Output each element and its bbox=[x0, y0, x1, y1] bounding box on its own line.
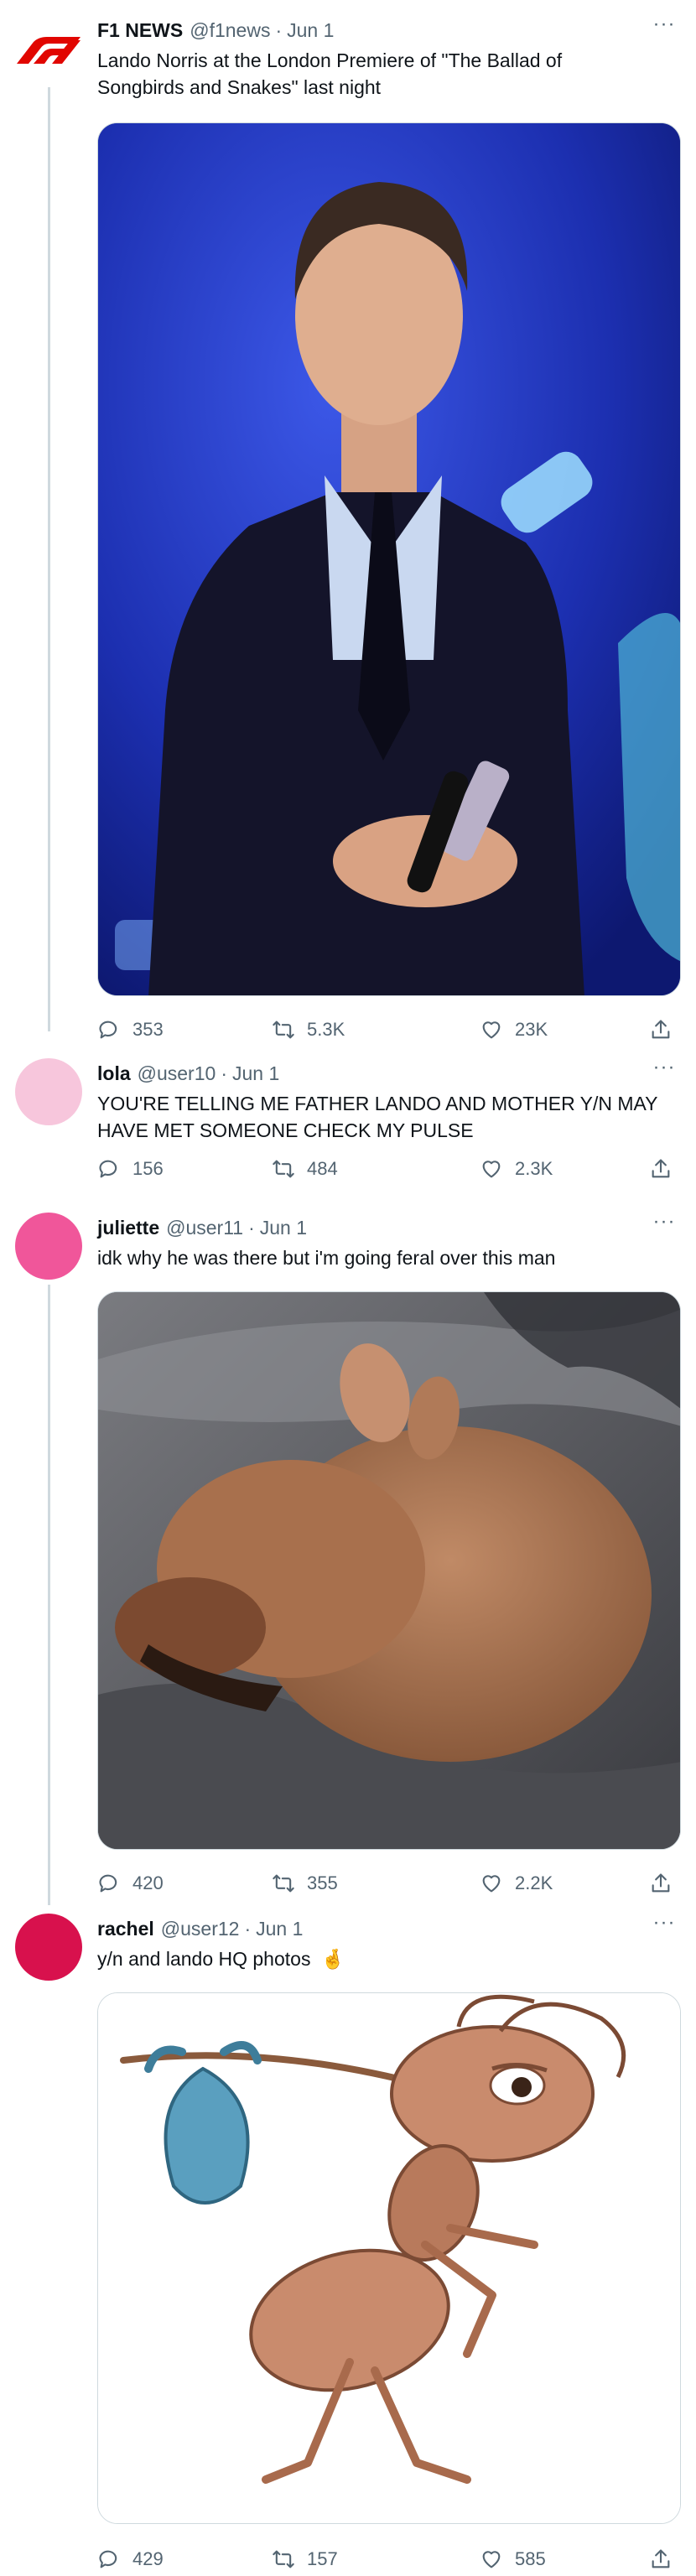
tweet-actions: 353 5.3K 23K bbox=[97, 1015, 681, 1045]
author-handle[interactable]: @user12 bbox=[161, 1918, 240, 1940]
share-button[interactable] bbox=[649, 1868, 684, 1898]
retweet-button[interactable]: 355 bbox=[272, 1868, 338, 1898]
ant-cartoon-image bbox=[98, 1993, 680, 2523]
share-icon bbox=[652, 2549, 670, 2568]
like-button[interactable]: 2.2K bbox=[480, 1868, 553, 1898]
reply-count: 429 bbox=[132, 2548, 164, 2569]
heart-icon bbox=[482, 1161, 501, 1178]
retweet-button[interactable]: 157 bbox=[272, 2544, 338, 2574]
tweet-photo[interactable] bbox=[97, 1992, 681, 2524]
tweet-header: lola @user10 · Jun 1 bbox=[97, 1058, 681, 1088]
avatar[interactable] bbox=[15, 1213, 82, 1280]
separator-dot: · bbox=[248, 1216, 255, 1239]
tweet-date[interactable]: Jun 1 bbox=[256, 1918, 303, 1940]
reply-icon bbox=[99, 1874, 117, 1893]
avatar[interactable] bbox=[15, 1914, 82, 1981]
tweet-header: juliette @user11 · Jun 1 bbox=[97, 1213, 681, 1243]
like-count: 2.2K bbox=[515, 1872, 553, 1893]
retweet-button[interactable]: 484 bbox=[272, 1154, 338, 1184]
author-handle[interactable]: @user10 bbox=[138, 1062, 216, 1085]
f1-logo-icon bbox=[17, 37, 81, 64]
avatar[interactable] bbox=[15, 1058, 82, 1125]
retweet-button[interactable]: 5.3K bbox=[272, 1015, 345, 1045]
reply-button[interactable]: 156 bbox=[97, 1154, 164, 1184]
reply-icon bbox=[99, 1160, 117, 1178]
tweet-actions: 429 157 585 bbox=[97, 2544, 681, 2574]
share-button[interactable] bbox=[649, 1015, 684, 1045]
author-name[interactable]: F1 NEWS bbox=[97, 19, 183, 42]
like-count: 23K bbox=[515, 1019, 548, 1040]
reply-count: 420 bbox=[132, 1872, 164, 1893]
share-button[interactable] bbox=[649, 2544, 684, 2574]
like-count: 2.3K bbox=[515, 1158, 553, 1179]
reply-button[interactable]: 429 bbox=[97, 2544, 164, 2574]
tweet-actions: 156 484 2.3K bbox=[97, 1154, 681, 1184]
separator-dot: · bbox=[221, 1062, 227, 1084]
retweet-icon bbox=[273, 1874, 294, 1893]
reply-icon bbox=[99, 2550, 117, 2568]
separator-dot: · bbox=[244, 1917, 252, 1940]
tweet-text-body: y/n and lando HQ photos bbox=[97, 1948, 311, 1970]
more-options-button[interactable]: ··· bbox=[647, 14, 681, 40]
share-icon bbox=[652, 1020, 670, 1039]
avatar-f1-logo[interactable] bbox=[15, 18, 82, 86]
thread-line bbox=[48, 1285, 50, 1905]
more-options-button[interactable]: ··· bbox=[647, 1212, 681, 1238]
tweet-text: Lando Norris at the London Premiere of "… bbox=[97, 49, 563, 98]
tweet-text: idk why he was there but i'm going feral… bbox=[97, 1247, 556, 1269]
share-icon bbox=[652, 1159, 670, 1178]
tweet-date[interactable]: Jun 1 bbox=[260, 1217, 307, 1239]
thread-line bbox=[48, 87, 50, 1031]
like-button[interactable]: 585 bbox=[480, 2544, 546, 2574]
reply-button[interactable]: 353 bbox=[97, 1015, 164, 1045]
separator-dot: · bbox=[275, 18, 283, 41]
more-options-button[interactable]: ··· bbox=[647, 1057, 681, 1083]
retweet-icon bbox=[273, 2550, 294, 2568]
retweet-count: 355 bbox=[307, 1872, 338, 1893]
more-options-button[interactable]: ··· bbox=[647, 1913, 681, 1939]
heart-icon bbox=[482, 2551, 501, 2568]
share-icon bbox=[652, 1873, 670, 1893]
stage-photo bbox=[98, 123, 680, 995]
retweet-icon bbox=[273, 1160, 294, 1178]
reply-icon bbox=[99, 1021, 117, 1039]
tweet-date[interactable]: Jun 1 bbox=[232, 1062, 279, 1085]
retweet-icon bbox=[273, 1021, 294, 1039]
reply-count: 353 bbox=[132, 1019, 164, 1040]
author-name[interactable]: juliette bbox=[97, 1217, 159, 1239]
tweet-actions: 420 355 2.2K bbox=[97, 1868, 681, 1898]
reply-button[interactable]: 420 bbox=[97, 1868, 164, 1898]
tweet-photo[interactable] bbox=[97, 122, 681, 996]
author-handle[interactable]: @f1news bbox=[190, 19, 270, 42]
animal-photo bbox=[98, 1292, 680, 1849]
like-button[interactable]: 2.3K bbox=[480, 1154, 553, 1184]
retweet-count: 157 bbox=[307, 2548, 338, 2569]
tweet-text: YOU'RE TELLING ME FATHER LANDO AND MOTHE… bbox=[97, 1093, 658, 1141]
like-button[interactable]: 23K bbox=[480, 1015, 548, 1045]
like-count: 585 bbox=[515, 2548, 546, 2569]
reply-count: 156 bbox=[132, 1158, 164, 1179]
tweet-date[interactable]: Jun 1 bbox=[287, 19, 334, 42]
tweet-photo[interactable] bbox=[97, 1291, 681, 1850]
author-name[interactable]: lola bbox=[97, 1062, 131, 1085]
tweet-text: y/n and lando HQ photos 🤞 bbox=[97, 1945, 681, 1972]
tweet-header: F1 NEWS @f1news · Jun 1 bbox=[97, 15, 681, 45]
heart-icon bbox=[482, 1875, 501, 1893]
share-button[interactable] bbox=[649, 1154, 684, 1184]
crossed-fingers-emoji: 🤞 bbox=[320, 1948, 345, 1970]
retweet-count: 484 bbox=[307, 1158, 338, 1179]
author-name[interactable]: rachel bbox=[97, 1918, 154, 1940]
heart-icon bbox=[482, 1021, 501, 1039]
retweet-count: 5.3K bbox=[307, 1019, 345, 1040]
tweet-header: rachel @user12 · Jun 1 bbox=[97, 1914, 681, 1944]
author-handle[interactable]: @user11 bbox=[166, 1217, 243, 1239]
